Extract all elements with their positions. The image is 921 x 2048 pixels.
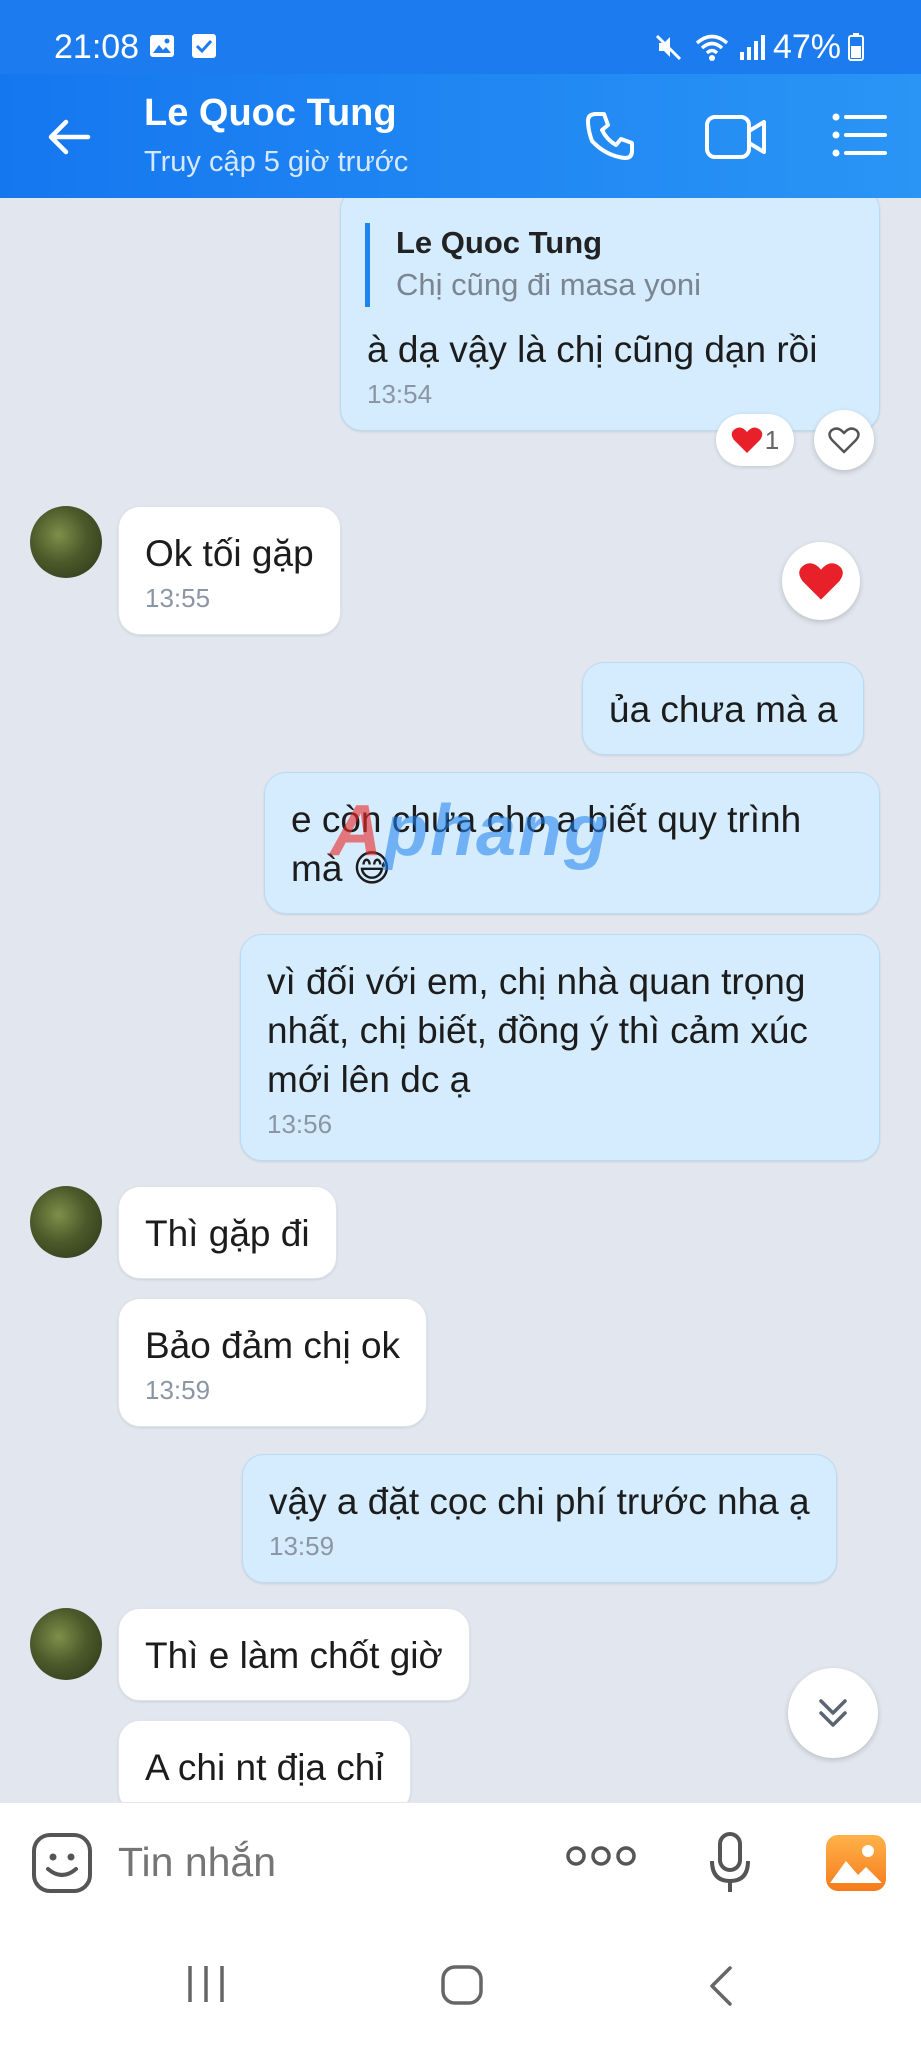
message-text: A chi nt địa chỉ (145, 1747, 384, 1788)
heart-icon (731, 427, 763, 453)
status-time: 21:08 (54, 28, 140, 66)
menu-list-icon[interactable] (832, 112, 888, 163)
message-text: à dạ vậy là chị cũng dạn rồi (367, 329, 818, 370)
message-text: ủa chưa mà a (609, 689, 838, 730)
message-text: Bảo đảm chị ok (145, 1325, 401, 1366)
phone-call-icon[interactable] (582, 108, 638, 169)
sticker-emoji-icon[interactable] (30, 1831, 94, 1900)
message-bubble-mine[interactable]: vì đối với em, chị nhà quan trọng nhất, … (240, 934, 880, 1161)
heart-outline-icon (828, 427, 860, 454)
message-input[interactable] (118, 1839, 538, 1886)
gallery-icon (148, 32, 176, 65)
message-bubble-theirs[interactable]: Thì gặp đi (118, 1186, 337, 1279)
status-bar: 21:08 47% (0, 0, 921, 74)
video-call-icon[interactable] (704, 112, 768, 167)
message-bubble-mine[interactable]: vậy a đặt cọc chi phí trước nha ạ 13:59 (242, 1454, 837, 1583)
back-arrow-icon[interactable] (44, 112, 94, 167)
heart-icon (799, 563, 843, 600)
message-text: vì đối với em, chị nhà quan trọng nhất, … (267, 961, 808, 1100)
contact-name[interactable]: Le Quoc Tung (144, 92, 397, 135)
message-text: Thì e làm chốt giờ (145, 1635, 443, 1676)
image-gallery-icon[interactable] (824, 1833, 888, 1898)
quote-text: Chị cũng đi masa yoni (396, 267, 701, 302)
back-nav-icon[interactable] (704, 1964, 736, 2013)
add-reaction-button[interactable] (814, 410, 874, 470)
message-time: 13:55 (145, 583, 211, 613)
battery-level: 47% (772, 28, 841, 66)
message-time: 13:59 (269, 1531, 335, 1561)
message-text: Ok tối gặp (145, 533, 314, 574)
contact-avatar[interactable] (30, 1186, 102, 1258)
message-bubble-theirs[interactable]: Bảo đảm chị ok 13:59 (118, 1298, 428, 1427)
system-navigation-bar (0, 1920, 921, 2048)
contact-avatar[interactable] (30, 506, 102, 578)
checkbox-icon (190, 32, 218, 65)
wifi-icon (694, 32, 730, 67)
chat-header: Le Quoc Tung Truy cập 5 giờ trước (0, 74, 921, 198)
message-time: 13:59 (145, 1375, 211, 1405)
more-options-icon[interactable] (565, 1843, 637, 1874)
signal-icon (738, 32, 768, 67)
scroll-to-bottom-button[interactable] (788, 1668, 878, 1758)
message-bubble-mine[interactable]: ủa chưa mà a (582, 662, 865, 755)
quoted-message[interactable]: Le Quoc Tung Chị cũng đi masa yoni (365, 223, 853, 307)
chat-messages-area[interactable]: Le Quoc Tung Chị cũng đi masa yoni à dạ … (0, 198, 921, 1802)
reaction-count: 1 (764, 424, 780, 455)
home-icon[interactable] (440, 1964, 484, 2011)
mute-icon (654, 32, 684, 67)
reaction-summary[interactable]: 1 (716, 414, 794, 466)
microphone-icon[interactable] (708, 1831, 752, 1900)
recent-apps-icon[interactable] (184, 1964, 228, 2009)
message-time: 13:56 (267, 1109, 333, 1139)
heart-reaction-button[interactable] (782, 542, 860, 620)
message-bubble-theirs[interactable]: Thì e làm chốt giờ (118, 1608, 470, 1701)
message-time: 13:54 (367, 379, 433, 409)
quote-author: Le Quoc Tung (396, 225, 603, 260)
message-bubble-theirs[interactable]: Ok tối gặp 13:55 (118, 506, 341, 635)
battery-icon (848, 32, 864, 67)
contact-avatar[interactable] (30, 1608, 102, 1680)
message-text: vậy a đặt cọc chi phí trước nha ạ (269, 1481, 810, 1522)
double-chevron-down-icon (819, 1699, 847, 1727)
message-bubble-mine[interactable]: Le Quoc Tung Chị cũng đi masa yoni à dạ … (340, 198, 880, 431)
message-text: Thì gặp đi (145, 1213, 310, 1254)
watermark-logo: Aphang (330, 791, 610, 871)
message-input-bar (0, 1802, 921, 1921)
last-seen-status: Truy cập 5 giờ trước (144, 146, 409, 178)
message-bubble-theirs[interactable]: A chi nt địa chỉ (118, 1720, 411, 1802)
